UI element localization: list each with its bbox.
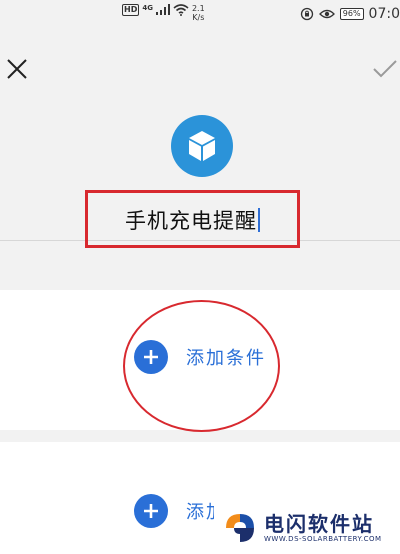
condition-panel: 添加条件	[0, 290, 400, 430]
network-speed: 2.1 K/s	[192, 4, 205, 22]
status-time: 07:0	[368, 6, 400, 22]
add-condition-label: 添加条件	[186, 348, 266, 369]
watermark-text: 电闪软件站 WWW.DS-SOLARBATTERY.COM	[264, 513, 382, 543]
watermark-logo-icon	[226, 514, 254, 542]
eye-icon	[318, 9, 335, 19]
plus-icon	[134, 494, 168, 528]
watermark-title: 电闪软件站	[264, 512, 374, 536]
task-name-text: 手机充电提醒	[125, 209, 257, 233]
signal-icon	[155, 4, 170, 15]
watermark-url: WWW.DS-SOLARBATTERY.COM	[264, 535, 382, 543]
add-action-button[interactable]: 添加操作	[134, 494, 214, 528]
add-condition-button[interactable]: 添加条件	[134, 340, 266, 374]
network-type: 4G	[142, 4, 153, 12]
battery-indicator: 96%	[339, 8, 364, 20]
speed-unit: K/s	[192, 13, 205, 22]
watermark: 电闪软件站 WWW.DS-SOLARBATTERY.COM	[218, 502, 400, 554]
cube-icon	[189, 131, 215, 161]
status-bar: HD 4G 2.1 K/s 96% 07:0	[0, 0, 400, 30]
checkmark-icon[interactable]	[372, 58, 398, 80]
close-icon[interactable]	[4, 56, 30, 82]
status-right: 96% 07:0	[300, 6, 400, 22]
text-caret	[258, 208, 260, 232]
rotation-lock-icon	[300, 7, 313, 21]
status-left: HD 4G 2.1 K/s	[122, 4, 205, 22]
hd-badge: HD	[122, 4, 140, 16]
wifi-icon	[173, 4, 189, 16]
task-name-input[interactable]: 手机充电提醒	[88, 205, 297, 235]
plus-icon	[134, 340, 168, 374]
task-icon[interactable]	[171, 115, 233, 177]
add-action-label: 添加操作	[186, 502, 214, 523]
speed-value: 2.1	[191, 4, 205, 13]
name-highlight-box: 手机充电提醒	[85, 190, 300, 248]
